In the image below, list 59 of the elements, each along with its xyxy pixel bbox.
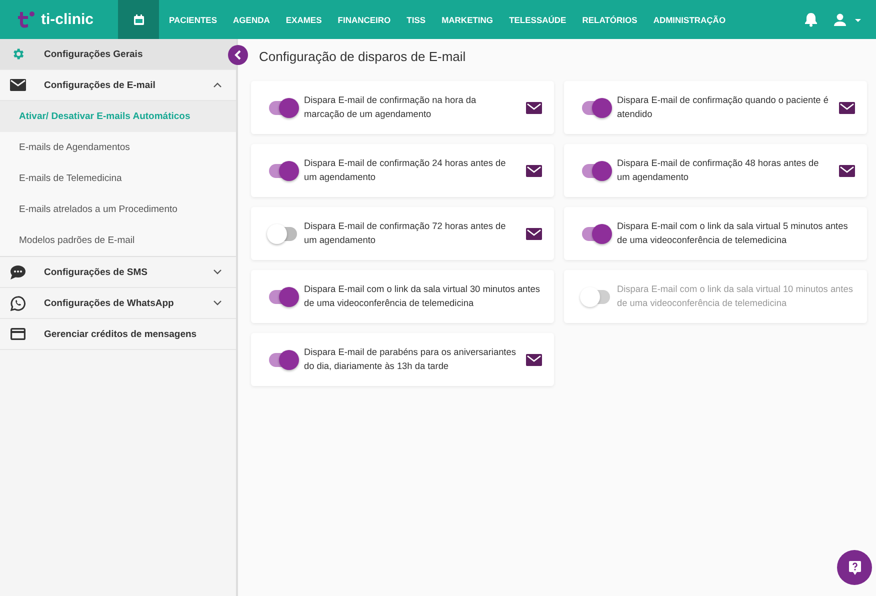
setting-text: Dispara E-mail com o link da sala virtual 30 minutos antes de uma videoconferência de telemedicina: [304, 283, 541, 310]
setting-text: Dispara E-mail de parabéns para os aniversariantes do dia, diariamente às 13h da tarde: [304, 346, 516, 372]
envelope-icon[interactable]: [839, 164, 855, 176]
help-icon: [848, 560, 860, 574]
envelope-icon[interactable]: [526, 164, 542, 176]
nav-tab[interactable]: TISS: [398, 0, 434, 39]
nav-tab[interactable]: FINANCEIRO: [330, 0, 399, 39]
credit-card-icon: [10, 328, 26, 340]
nav-tab[interactable]: MARKETING: [434, 0, 502, 39]
nav-tab[interactable]: TELESSAÚDE: [501, 0, 574, 39]
toggle-switch[interactable]: [582, 164, 610, 178]
toggle-switch[interactable]: [269, 290, 297, 304]
sidebar-subitem[interactable]: E-mails de Telemedicina: [0, 163, 236, 194]
nav-tab[interactable]: EXAMES: [278, 0, 330, 39]
sidebar-item[interactable]: Configurações de SMS: [0, 257, 236, 288]
calendar-tab[interactable]: [118, 0, 159, 39]
sidebar-item[interactable]: Gerenciar créditos de mensagens: [0, 319, 236, 350]
notification-bell-icon[interactable]: [804, 12, 818, 27]
envelope-icon[interactable]: [526, 228, 542, 240]
sidebar-item[interactable]: Configurações Gerais: [0, 39, 236, 70]
envelope-icon[interactable]: [526, 102, 542, 114]
sidebar-subitem[interactable]: Ativar/ Desativar E-mails Automáticos: [0, 101, 236, 132]
chevron-up-icon: [213, 82, 222, 88]
collapse-sidebar-button[interactable]: [228, 45, 248, 65]
nav-tab[interactable]: ADMINISTRAÇÃO: [645, 0, 734, 39]
envelope-icon[interactable]: [526, 354, 542, 366]
whatsapp-icon: [10, 296, 26, 310]
sidebar-subitem[interactable]: E-mails de Agendamentos: [0, 132, 236, 163]
setting-text: Dispara E-mail de confirmação na hora da marcação de um agendamento: [304, 94, 478, 121]
envelope-icon: [10, 79, 26, 91]
toggle-switch[interactable]: [269, 100, 297, 114]
nav-tab[interactable]: AGENDA: [225, 0, 278, 39]
envelope-icon[interactable]: [839, 102, 855, 114]
user-menu-icon[interactable]: [834, 12, 862, 26]
setting-text: Dispara E-mail de confirmação 72 horas antes de um agendamento: [304, 220, 507, 247]
logo-icon: [16, 10, 36, 30]
toggle-switch[interactable]: [269, 352, 297, 366]
sidebar-item[interactable]: Configurações de WhatsApp: [0, 288, 236, 319]
brand-name: ti-clinic: [41, 11, 94, 28]
nav-tab[interactable]: RELATÓRIOS: [574, 0, 646, 39]
help-button[interactable]: [837, 550, 872, 585]
setting-text: Dispara E-mail com o link da sala virtual 5 minutos antes de uma videoconferência de telemedicina: [617, 220, 849, 246]
page-title: Configuração de disparos de E-mail: [259, 49, 467, 64]
sidebar-subitem[interactable]: E-mails atrelados a um Procedimento: [0, 194, 236, 225]
chevron-left-icon: [234, 50, 242, 60]
toggle-switch[interactable]: [582, 226, 610, 240]
toggle-switch[interactable]: [269, 226, 297, 240]
calendar-icon: [132, 14, 144, 26]
chevron-down-icon: [213, 300, 222, 306]
nav-tab[interactable]: PACIENTES: [161, 0, 226, 39]
chat-bubble-icon: [10, 264, 26, 280]
toggle-switch[interactable]: [269, 164, 297, 178]
toggle-switch[interactable]: [582, 100, 610, 114]
sidebar-subitem[interactable]: Modelos padrões de E-mail: [0, 225, 236, 256]
setting-text: Dispara E-mail com o link da sala virtual 10 minutos antes de uma videoconferência de telemedicina: [617, 283, 854, 310]
setting-text: Dispara E-mail de confirmação quando o paciente é atendido: [617, 94, 829, 120]
setting-text: Dispara E-mail de confirmação 48 horas antes de um agendamento: [617, 157, 820, 184]
setting-text: Dispara E-mail de confirmação 24 horas antes de um agendamento: [304, 157, 507, 184]
chevron-down-icon: [213, 269, 222, 275]
